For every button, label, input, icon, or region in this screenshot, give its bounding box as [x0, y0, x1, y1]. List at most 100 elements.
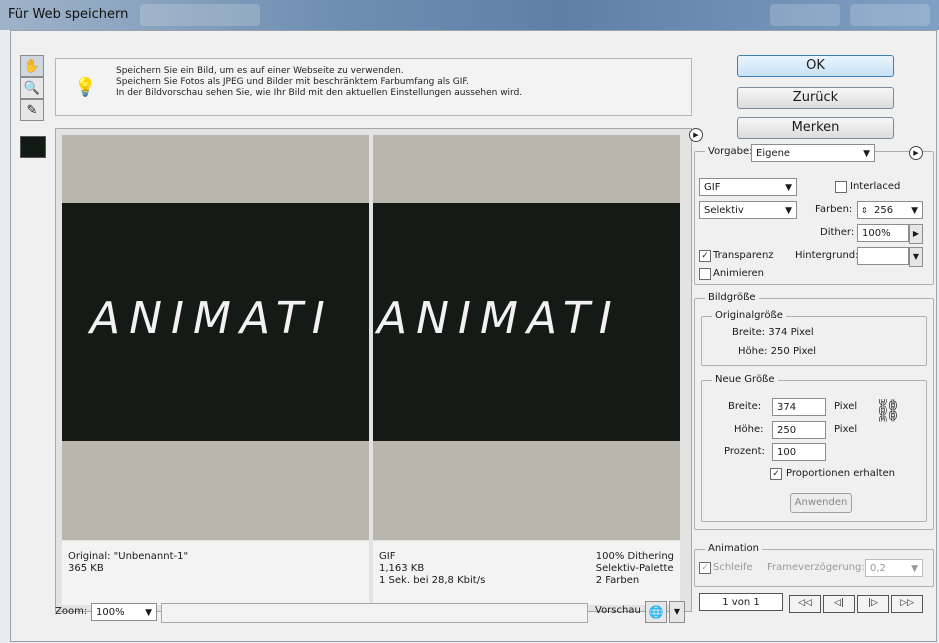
status-bar [161, 603, 588, 623]
loop-checkbox[interactable]: ✓ [699, 562, 711, 574]
fast-forward-icon: ▷▷ [900, 598, 914, 608]
constrain-proportions-label: Proportionen erhalten [786, 468, 896, 479]
animate-checkbox[interactable] [699, 268, 711, 280]
first-frame-button[interactable]: ◁◁ [789, 595, 821, 613]
dither-field[interactable]: 100% [857, 224, 909, 242]
lightbulb-icon: 💡 [74, 77, 97, 98]
colors-label: Farben: [815, 204, 853, 215]
previous-frame-button[interactable]: ◁| [823, 595, 855, 613]
animate-label: Animieren [713, 268, 765, 279]
checkmark-icon: ✓ [701, 563, 709, 573]
preview-menu-button[interactable]: ▶ [689, 128, 703, 142]
optimized-format: GIF [379, 551, 396, 562]
original-preview-pane[interactable]: ANIMATI [62, 135, 369, 540]
original-width: Breite: 374 Pixel [732, 327, 814, 338]
optimized-info: GIF 1,163 KB 1 Sek. bei 28,8 Kbit/s 100%… [373, 541, 680, 605]
height-input[interactable]: 250 [772, 421, 826, 439]
format-value: GIF [704, 182, 721, 193]
next-frame-button[interactable]: |▷ [857, 595, 889, 613]
zoom-label: Zoom: [55, 606, 88, 617]
height-unit: Pixel [834, 424, 858, 435]
animation-group: Animation ✓ Schleife Frameverzögerung: 0… [694, 543, 934, 587]
titlebar-background-highlight [850, 4, 930, 26]
zoom-tool[interactable]: 🔍 [20, 77, 44, 99]
preview-area: ANIMATI ANIMATI Original: "Unbenannt-1" … [55, 128, 692, 612]
matte-menu-button[interactable]: ▼ [909, 247, 923, 267]
optimized-preview-pane[interactable]: ANIMATI [373, 135, 680, 540]
zoom-value: 100% [96, 607, 125, 618]
color-reduction-dropdown[interactable]: Selektiv ▼ [699, 201, 797, 219]
info-line: In der Bildvorschau sehen Sie, wie Ihr B… [116, 88, 523, 98]
interlaced-label: Interlaced [850, 181, 901, 192]
preset-label: Vorgabe: [705, 146, 756, 157]
chevron-down-icon: ▼ [785, 206, 792, 216]
colors-dropdown[interactable]: ⇕ 256 ▼ [857, 201, 923, 219]
matte-label: Hintergrund: [795, 250, 859, 261]
apply-button[interactable]: Anwenden [790, 493, 852, 513]
width-value: 374 [777, 402, 797, 413]
dither-label: Dither: [820, 227, 855, 238]
remember-button[interactable]: Merken [737, 117, 894, 139]
original-height: Höhe: 250 Pixel [738, 346, 817, 357]
chevron-down-icon: ▼ [673, 607, 681, 616]
percent-input[interactable]: 100 [772, 443, 826, 461]
matte-dropdown[interactable] [857, 247, 909, 265]
hand-icon: ✋ [23, 58, 41, 74]
zoom-dropdown[interactable]: 100% ▼ [91, 603, 157, 621]
chevron-down-icon: ▼ [785, 183, 792, 193]
last-frame-button[interactable]: ▷▷ [891, 595, 923, 613]
original-name: Original: "Unbenannt-1" [68, 551, 189, 562]
interlaced-checkbox[interactable] [835, 181, 847, 193]
color-reduction-value: Selektiv [704, 205, 744, 216]
optimize-menu-button[interactable]: ▶ [909, 146, 923, 160]
titlebar-background-highlight [770, 4, 840, 26]
chain-link-icon: ⛓ [874, 399, 902, 424]
image-size-group: Bildgröße Originalgröße Breite: 374 Pixe… [694, 292, 934, 530]
percent-label: Prozent: [724, 446, 765, 457]
width-input[interactable]: 374 [772, 398, 826, 416]
chevron-down-icon: ▼ [911, 564, 918, 574]
chevron-down-icon: ▼ [863, 149, 870, 159]
save-for-web-window: Für Web speichern ✋ 🔍 ✎ 💡 Speichern Sie … [0, 0, 939, 643]
dither-value: 100% [862, 228, 891, 239]
original-size-group: Originalgröße Breite: 374 Pixel Höhe: 25… [701, 310, 927, 366]
height-label: Höhe: [734, 424, 764, 435]
rewind-icon: ◁◁ [798, 598, 812, 608]
optimized-size: 1,163 KB [379, 563, 425, 574]
chevron-down-icon: ▼ [911, 206, 918, 216]
eyedropper-icon: ✎ [26, 102, 38, 118]
browser-menu-button[interactable]: ▼ [669, 601, 685, 623]
optimized-colors: 2 Farben [595, 575, 640, 586]
browser-preview-button[interactable]: 🌐 [645, 601, 667, 623]
checkmark-icon: ✓ [772, 469, 780, 479]
new-size-legend: Neue Größe [712, 374, 778, 385]
info-line: Speichern Sie ein Bild, um es auf einer … [116, 66, 404, 76]
chevron-down-icon: ▼ [145, 608, 152, 618]
dither-slider-button[interactable]: ▶ [909, 224, 923, 244]
preview-image-text: ANIMATI [377, 293, 621, 344]
constrain-proportions-checkbox[interactable]: ✓ [770, 468, 782, 480]
format-dropdown[interactable]: GIF ▼ [699, 178, 797, 196]
frame-counter-text: 1 von 1 [722, 597, 760, 608]
spinner-icon: ⇕ [861, 206, 868, 215]
window-title: Für Web speichern [8, 7, 129, 22]
eyedropper-tool[interactable]: ✎ [20, 99, 44, 121]
checkmark-icon: ✓ [701, 251, 709, 261]
new-size-group: Neue Größe Breite: 374 Pixel Höhe: 250 P… [701, 374, 927, 522]
back-button[interactable]: Zurück [737, 87, 894, 109]
transparency-checkbox[interactable]: ✓ [699, 250, 711, 262]
optimized-dither: 100% Dithering [595, 551, 674, 562]
info-box: 💡 Speichern Sie ein Bild, um es auf eine… [55, 58, 692, 116]
ok-button[interactable]: OK [737, 55, 894, 77]
eyedropper-color-swatch[interactable] [20, 136, 46, 158]
play-right-icon: ▶ [912, 229, 920, 238]
titlebar-background-highlight [140, 4, 260, 26]
chevron-down-icon: ▼ [912, 252, 920, 261]
frame-delay-dropdown[interactable]: 0,2 ▼ [865, 559, 923, 577]
transparency-label: Transparenz [713, 250, 774, 261]
image-size-legend: Bildgröße [705, 292, 759, 303]
preset-dropdown[interactable]: Eigene ▼ [751, 144, 875, 162]
browser-icon: 🌐 [648, 605, 664, 619]
step-back-icon: ◁| [834, 598, 844, 608]
hand-tool[interactable]: ✋ [20, 55, 44, 77]
